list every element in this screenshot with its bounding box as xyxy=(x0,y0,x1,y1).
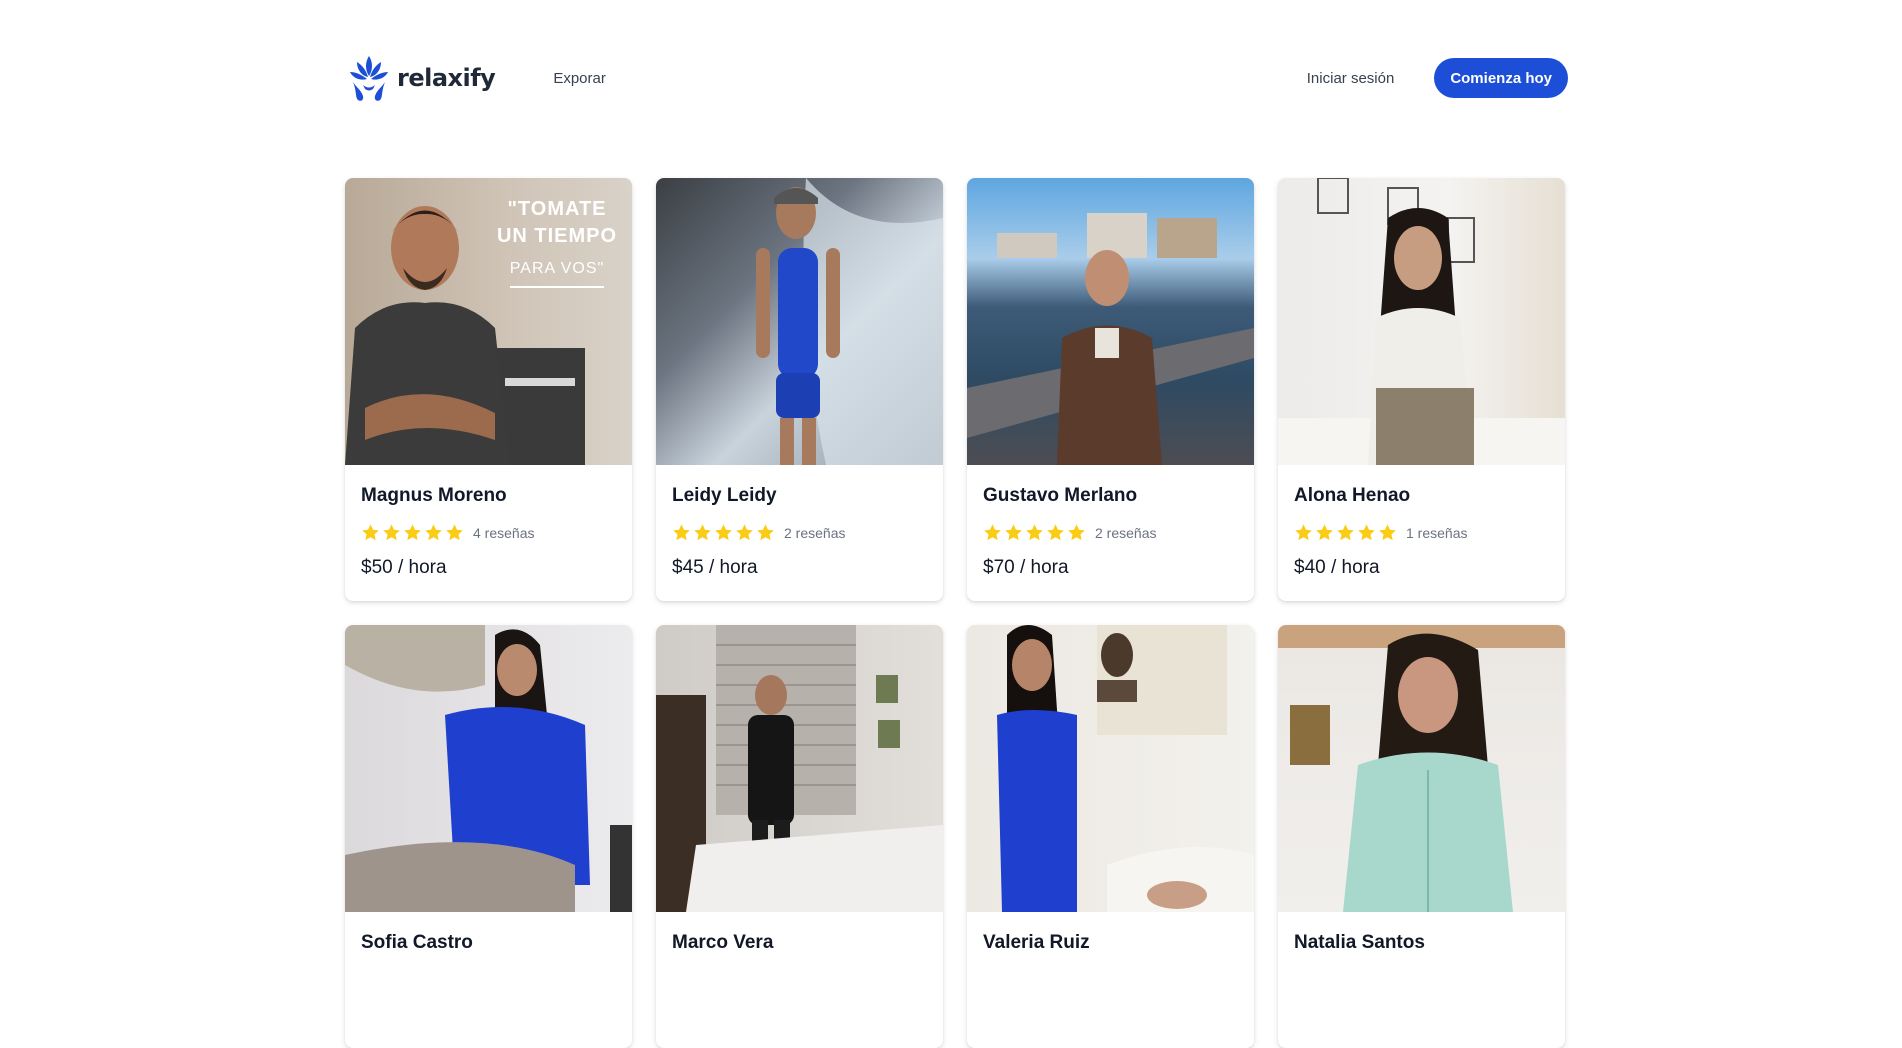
star-icon xyxy=(362,524,379,541)
star-icon xyxy=(1316,524,1333,541)
star-icon xyxy=(757,524,774,541)
hourly-price: $50 / hora xyxy=(361,557,447,578)
therapist-photo xyxy=(1278,178,1565,465)
therapist-name: Marco Vera xyxy=(672,932,774,953)
nav-explore-link[interactable]: Exporar xyxy=(553,70,606,87)
quote-underline xyxy=(510,286,604,288)
quote-line-1: "TOMATE xyxy=(507,198,607,220)
star-icon xyxy=(984,524,1001,541)
therapist-card[interactable]: Leidy Leidy 2 reseñas $45 / hora xyxy=(656,178,943,601)
therapist-card[interactable]: Sofia Castro xyxy=(345,625,632,1048)
star-rating xyxy=(1294,523,1397,542)
star-icon xyxy=(404,524,421,541)
star-icon xyxy=(425,524,442,541)
star-icon xyxy=(1068,524,1085,541)
therapist-photo xyxy=(345,625,632,912)
get-started-button[interactable]: Comienza hoy xyxy=(1434,58,1568,98)
therapist-photo xyxy=(967,178,1254,465)
review-count: 2 reseñas xyxy=(1095,524,1157,541)
hourly-price: $70 / hora xyxy=(983,557,1069,578)
star-icon xyxy=(1358,524,1375,541)
rating: 2 reseñas xyxy=(672,523,927,542)
quote-line-3: PARA VOS" xyxy=(509,260,605,277)
star-icon xyxy=(715,524,732,541)
star-icon xyxy=(694,524,711,541)
rating: 4 reseñas xyxy=(361,523,616,542)
brand-name: relaxify xyxy=(397,64,496,92)
therapist-name: Leidy Leidy xyxy=(672,485,777,506)
therapist-card[interactable]: Natalia Santos xyxy=(1278,625,1565,1048)
rating: 2 reseñas xyxy=(983,523,1238,542)
site-header: relaxify Exporar Iniciar sesión Comienza… xyxy=(347,38,1568,118)
star-icon xyxy=(1047,524,1064,541)
review-count: 2 reseñas xyxy=(784,524,846,541)
star-icon xyxy=(1005,524,1022,541)
star-icon xyxy=(1026,524,1043,541)
therapist-name: Natalia Santos xyxy=(1294,932,1425,953)
star-rating xyxy=(361,523,464,542)
therapist-photo xyxy=(656,178,943,465)
rating: 1 reseñas xyxy=(1294,523,1549,542)
star-icon xyxy=(446,524,463,541)
hourly-price: $40 / hora xyxy=(1294,557,1380,578)
therapist-card[interactable]: Valeria Ruiz xyxy=(967,625,1254,1048)
star-icon xyxy=(1295,524,1312,541)
therapist-name: Magnus Moreno xyxy=(361,485,507,506)
quote-line-2: UN TIEMPO xyxy=(496,225,618,247)
star-icon xyxy=(673,524,690,541)
therapist-photo: "TOMATE UN TIEMPO PARA VOS" xyxy=(345,178,632,465)
therapist-card[interactable]: Gustavo Merlano 2 reseñas $70 / hora xyxy=(967,178,1254,601)
star-icon xyxy=(383,524,400,541)
therapist-photo xyxy=(1278,625,1565,912)
star-icon xyxy=(736,524,753,541)
therapist-card[interactable]: "TOMATE UN TIEMPO PARA VOS" Magnus Moren… xyxy=(345,178,632,601)
therapist-name: Valeria Ruiz xyxy=(983,932,1090,953)
photo-quote: "TOMATE UN TIEMPO PARA VOS" xyxy=(492,198,622,288)
hourly-price: $45 / hora xyxy=(672,557,758,578)
review-count: 4 reseñas xyxy=(473,524,535,541)
therapist-photo xyxy=(656,625,943,912)
star-icon xyxy=(1337,524,1354,541)
review-count: 1 reseñas xyxy=(1406,524,1468,541)
star-rating xyxy=(983,523,1086,542)
login-link[interactable]: Iniciar sesión xyxy=(1307,70,1395,87)
therapist-photo xyxy=(967,625,1254,912)
therapist-grid: "TOMATE UN TIEMPO PARA VOS" Magnus Moren… xyxy=(345,178,1567,1048)
therapist-name: Gustavo Merlano xyxy=(983,485,1138,506)
therapist-card[interactable]: Marco Vera xyxy=(656,625,943,1048)
star-rating xyxy=(672,523,775,542)
lotus-logo-icon xyxy=(350,56,388,101)
brand-logo[interactable]: relaxify xyxy=(347,52,496,104)
therapist-name: Sofia Castro xyxy=(361,932,473,953)
star-icon xyxy=(1379,524,1396,541)
therapist-card[interactable]: Alona Henao 1 reseñas $40 / hora xyxy=(1278,178,1565,601)
therapist-name: Alona Henao xyxy=(1294,485,1411,506)
